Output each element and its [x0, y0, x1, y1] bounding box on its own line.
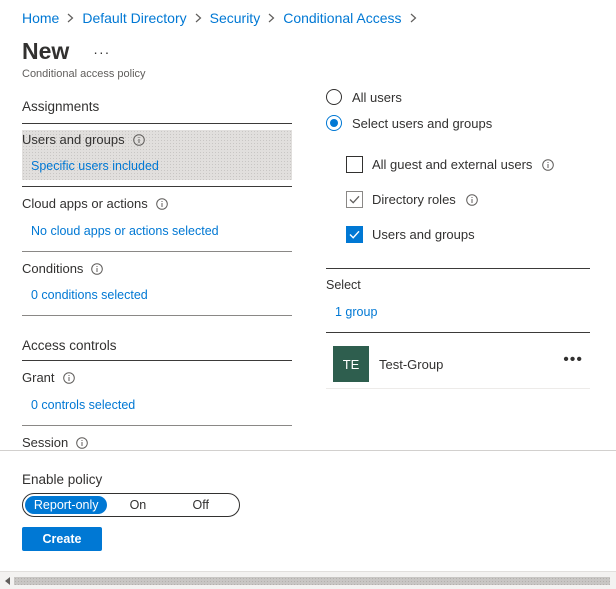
conditions-value-link[interactable]: 0 conditions selected: [31, 288, 148, 302]
page-subtitle: Conditional access policy: [22, 68, 146, 80]
info-icon[interactable]: [542, 158, 555, 171]
info-icon[interactable]: [155, 197, 168, 210]
group-more-options-button[interactable]: •••: [563, 352, 583, 368]
enable-policy-label: Enable policy: [22, 472, 103, 487]
selected-group-row[interactable]: TE Test-Group •••: [333, 346, 589, 382]
horizontal-scrollbar[interactable]: [0, 571, 616, 589]
divider: [326, 332, 590, 333]
select-label: Select: [326, 278, 361, 292]
checkbox[interactable]: [346, 226, 363, 243]
chevron-right-icon: [268, 13, 275, 23]
grant-item[interactable]: Grant: [22, 370, 75, 385]
avatar: TE: [333, 346, 369, 382]
chevron-right-icon: [410, 13, 417, 23]
grant-label: Grant: [22, 370, 55, 385]
page-title: New: [22, 38, 70, 64]
checkmark-icon: [349, 230, 360, 239]
checkbox[interactable]: [346, 191, 363, 208]
users-groups-value-link[interactable]: Specific users included: [31, 159, 159, 173]
create-button[interactable]: Create: [22, 527, 102, 551]
checkbox-directory-roles[interactable]: Directory roles: [346, 191, 478, 208]
checkbox-users-and-groups-label: Users and groups: [372, 227, 475, 242]
info-icon[interactable]: [76, 436, 89, 449]
scroll-left-icon[interactable]: [3, 576, 13, 586]
divider: [22, 123, 292, 124]
title-row: New ···: [22, 38, 110, 65]
assignments-heading: Assignments: [22, 99, 100, 114]
conditions-label: Conditions: [22, 261, 84, 276]
option-report-only[interactable]: Report-only: [25, 496, 108, 514]
divider: [326, 268, 590, 269]
info-icon[interactable]: [62, 371, 75, 384]
divider: [22, 425, 292, 426]
info-icon[interactable]: [465, 193, 478, 206]
cloud-apps-item[interactable]: Cloud apps or actions: [22, 196, 168, 211]
enable-policy-toggle: Report-only On Off: [22, 493, 240, 517]
breadcrumb: Home Default Directory Security Conditio…: [22, 10, 425, 26]
group-name: Test-Group: [379, 356, 444, 372]
info-icon[interactable]: [91, 262, 104, 275]
chevron-right-icon: [195, 13, 202, 23]
chevron-right-icon: [67, 13, 74, 23]
cloud-apps-value-link[interactable]: No cloud apps or actions selected: [31, 224, 219, 238]
radio-all-users[interactable]: All users: [326, 89, 402, 105]
users-groups-item[interactable]: Users and groups: [22, 132, 145, 147]
checkbox-directory-roles-label: Directory roles: [372, 192, 456, 207]
radio-all-users-label: All users: [352, 89, 402, 105]
option-off[interactable]: Off: [164, 496, 237, 514]
breadcrumb-home[interactable]: Home: [22, 10, 59, 26]
scrollbar-thumb[interactable]: [14, 577, 610, 585]
breadcrumb-default-directory[interactable]: Default Directory: [82, 10, 186, 26]
divider: [22, 360, 292, 361]
checkbox[interactable]: [346, 156, 363, 173]
grant-value-link[interactable]: 0 controls selected: [31, 398, 135, 412]
breadcrumb-security[interactable]: Security: [210, 10, 261, 26]
radio-button-selected[interactable]: [326, 115, 342, 131]
breadcrumb-conditional-access[interactable]: Conditional Access: [283, 10, 401, 26]
footer-divider: [0, 450, 616, 451]
session-label: Session: [22, 435, 69, 450]
radio-select-users-groups[interactable]: Select users and groups: [326, 115, 492, 131]
session-item[interactable]: Session: [22, 435, 89, 450]
selected-count-link[interactable]: 1 group: [335, 305, 377, 319]
divider: [22, 315, 292, 316]
cloud-apps-label: Cloud apps or actions: [22, 196, 148, 211]
divider: [326, 388, 590, 389]
divider: [22, 251, 292, 252]
radio-select-users-groups-label: Select users and groups: [352, 115, 493, 131]
divider: [22, 186, 292, 187]
option-on[interactable]: On: [111, 496, 164, 514]
users-groups-label: Users and groups: [22, 132, 125, 147]
checkbox-users-and-groups[interactable]: Users and groups: [346, 226, 475, 243]
info-icon[interactable]: [132, 133, 145, 146]
conditions-item[interactable]: Conditions: [22, 261, 104, 276]
checkmark-icon: [349, 195, 360, 204]
radio-button[interactable]: [326, 89, 342, 105]
access-controls-heading: Access controls: [22, 338, 117, 353]
checkbox-guest-external-label: All guest and external users: [372, 157, 533, 172]
checkbox-guest-external[interactable]: All guest and external users: [346, 156, 555, 173]
more-options-button[interactable]: ···: [93, 44, 110, 60]
